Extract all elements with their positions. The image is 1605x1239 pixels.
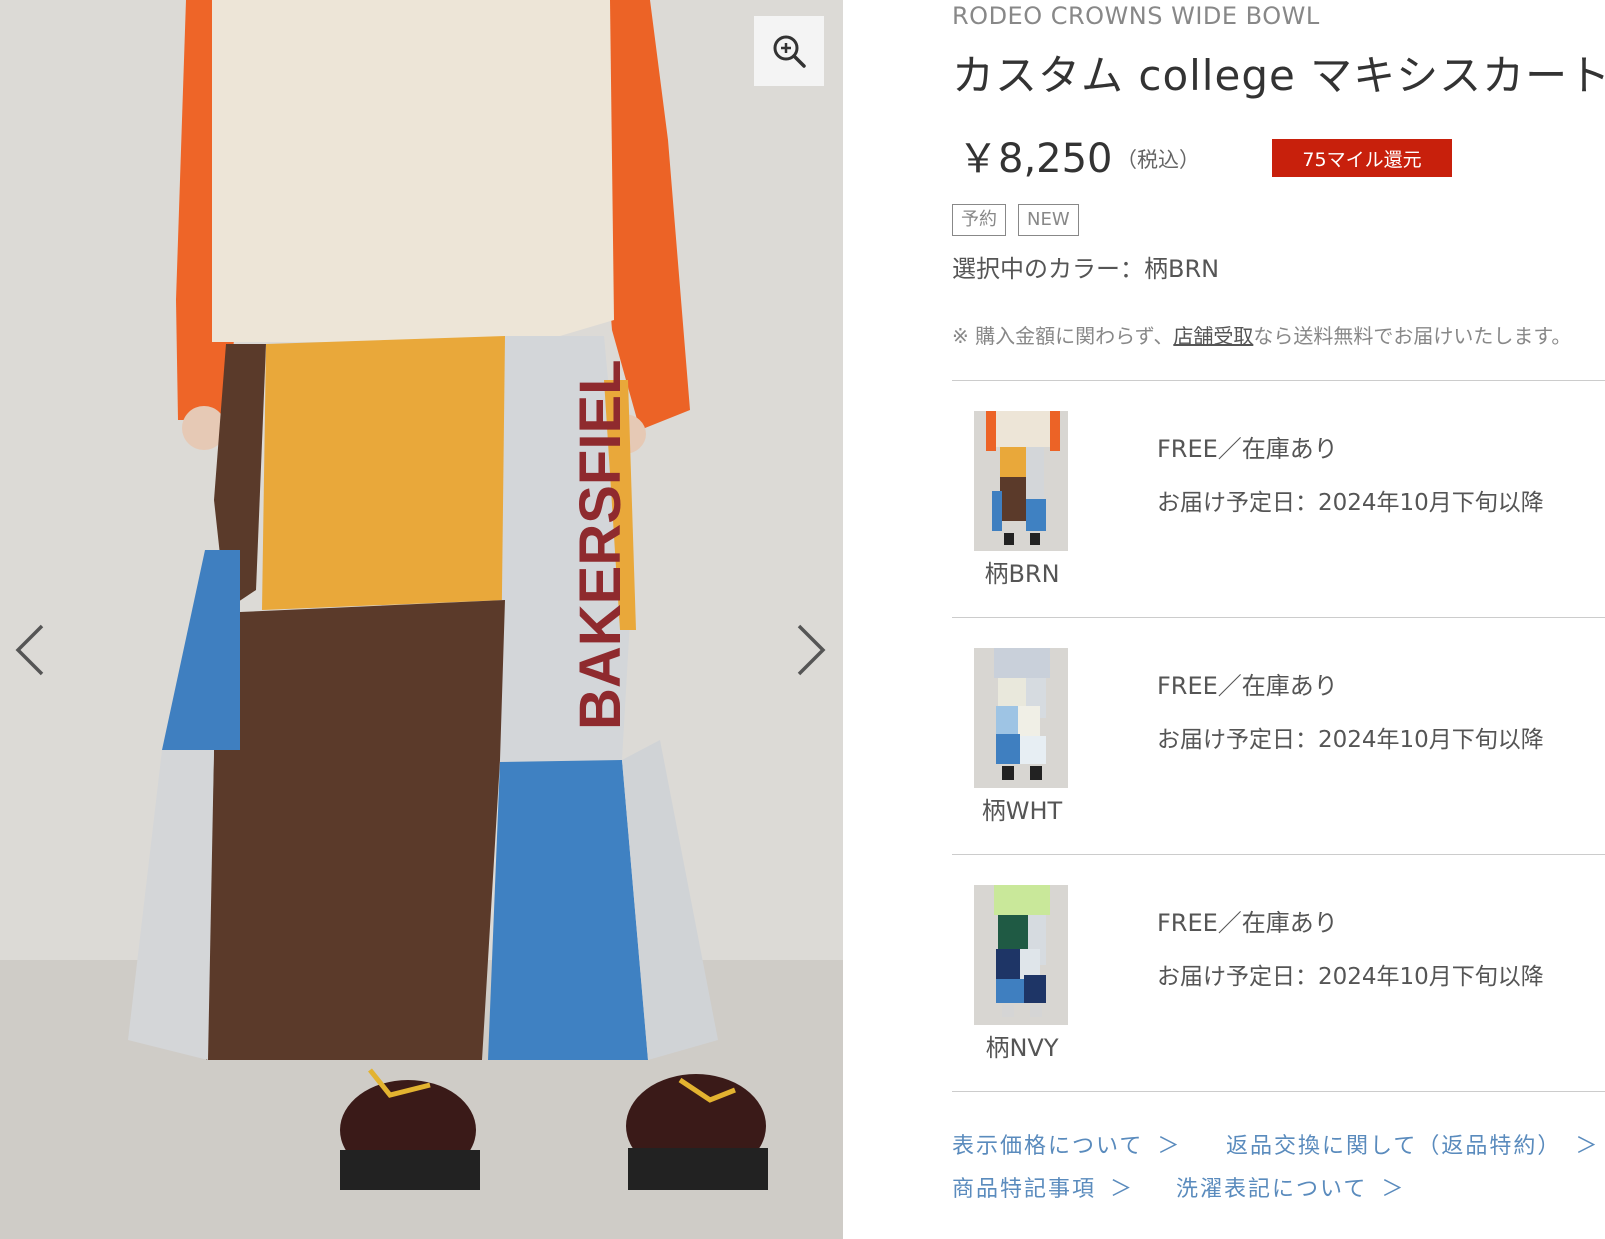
chevron-right-icon: ＞ [1575,1134,1600,1159]
variant-color-label: 柄BRN [984,560,1060,588]
notice-prefix: ※ 購入金額に関わらず、 [952,324,1174,348]
returns-label: 返品交換に関して（返品特約） [1226,1134,1562,1159]
product-image-gallery: BAKERSFIEL [0,0,843,1239]
selected-color: 選択中のカラー：柄BRN [952,255,1220,283]
notice-suffix: なら送料無料でお届けいたします。 [1253,324,1572,348]
tag-preorder: 予約 [952,204,1006,236]
variant-thumbnail[interactable] [974,648,1068,788]
care-label-link[interactable]: 洗濯表記について ＞ [1176,1171,1405,1203]
variant-thumbnail[interactable] [974,411,1068,551]
variant-delivery: お届け予定日：2024年10月下旬以降 [1157,964,1544,990]
gallery-prev-button[interactable] [8,620,52,680]
shipping-notice: ※ 購入金額に関わらず、店舗受取なら送料無料でお届けいたします。 [952,320,1605,349]
price-row: ￥8,250 （税込） 75マイル還元 [952,126,1605,182]
zoom-button[interactable] [754,16,824,86]
skirt-print-text: BAKERSFIEL [568,359,633,730]
brand-name[interactable]: RODEO CROWNS WIDE BOWL [952,2,1320,30]
variant-color-label: 柄NVY [985,1034,1059,1062]
variant-list: 柄BRN FREE／在庫あり お届け予定日：2024年10月下旬以降 柄WHT … [952,380,1605,1092]
variant-stock: FREE／在庫あり [1157,435,1338,463]
variant-thumbnail-image [974,648,1068,788]
product-main-photo: BAKERSFIEL [0,0,843,1239]
variant-stock: FREE／在庫あり [1157,672,1338,700]
variant-delivery: お届け予定日：2024年10月下旬以降 [1157,490,1544,516]
product-info-panel: RODEO CROWNS WIDE BOWL カスタム college マキシス… [952,0,1605,1239]
care-label-label: 洗濯表記について [1176,1177,1368,1202]
product-tags: 予約 NEW [952,204,1079,236]
store-pickup-link[interactable]: 店舗受取 [1173,324,1253,348]
variant-thumbnail-image [974,411,1068,551]
variant-row-brn[interactable]: 柄BRN FREE／在庫あり お届け予定日：2024年10月下旬以降 [952,380,1605,617]
chevron-right-icon: ＞ [1110,1177,1135,1202]
price-info-link[interactable]: 表示価格について ＞ [952,1128,1181,1160]
tax-note: （税込） [1116,148,1200,172]
variant-stock: FREE／在庫あり [1157,909,1338,937]
variant-color-label: 柄WHT [981,797,1063,825]
variant-row-nvy[interactable]: 柄NVY FREE／在庫あり お届け予定日：2024年10月下旬以降 [952,854,1605,1092]
price-info-label: 表示価格について [952,1134,1144,1159]
chevron-right-icon: ＞ [1157,1134,1182,1159]
product-price: ￥8,250 [958,136,1113,182]
product-notes-label: 商品特記事項 [952,1177,1097,1202]
zoom-in-icon [773,35,806,68]
chevron-left-icon [15,624,44,676]
variant-thumbnail-image [974,885,1068,1025]
gallery-next-button[interactable] [789,620,833,680]
product-notes-link[interactable]: 商品特記事項 ＞ [952,1171,1134,1203]
chevron-right-icon: ＞ [1381,1177,1406,1202]
product-title: カスタム college マキシスカート [952,51,1605,100]
variant-delivery: お届け予定日：2024年10月下旬以降 [1157,727,1544,753]
variant-thumbnail[interactable] [974,885,1068,1025]
chevron-right-icon [797,624,826,676]
variant-row-wht[interactable]: 柄WHT FREE／在庫あり お届け予定日：2024年10月下旬以降 [952,617,1605,854]
miles-badge: 75マイル還元 [1272,139,1452,177]
returns-link[interactable]: 返品交換に関して（返品特約） ＞ [1226,1128,1599,1160]
tag-new: NEW [1018,204,1079,236]
